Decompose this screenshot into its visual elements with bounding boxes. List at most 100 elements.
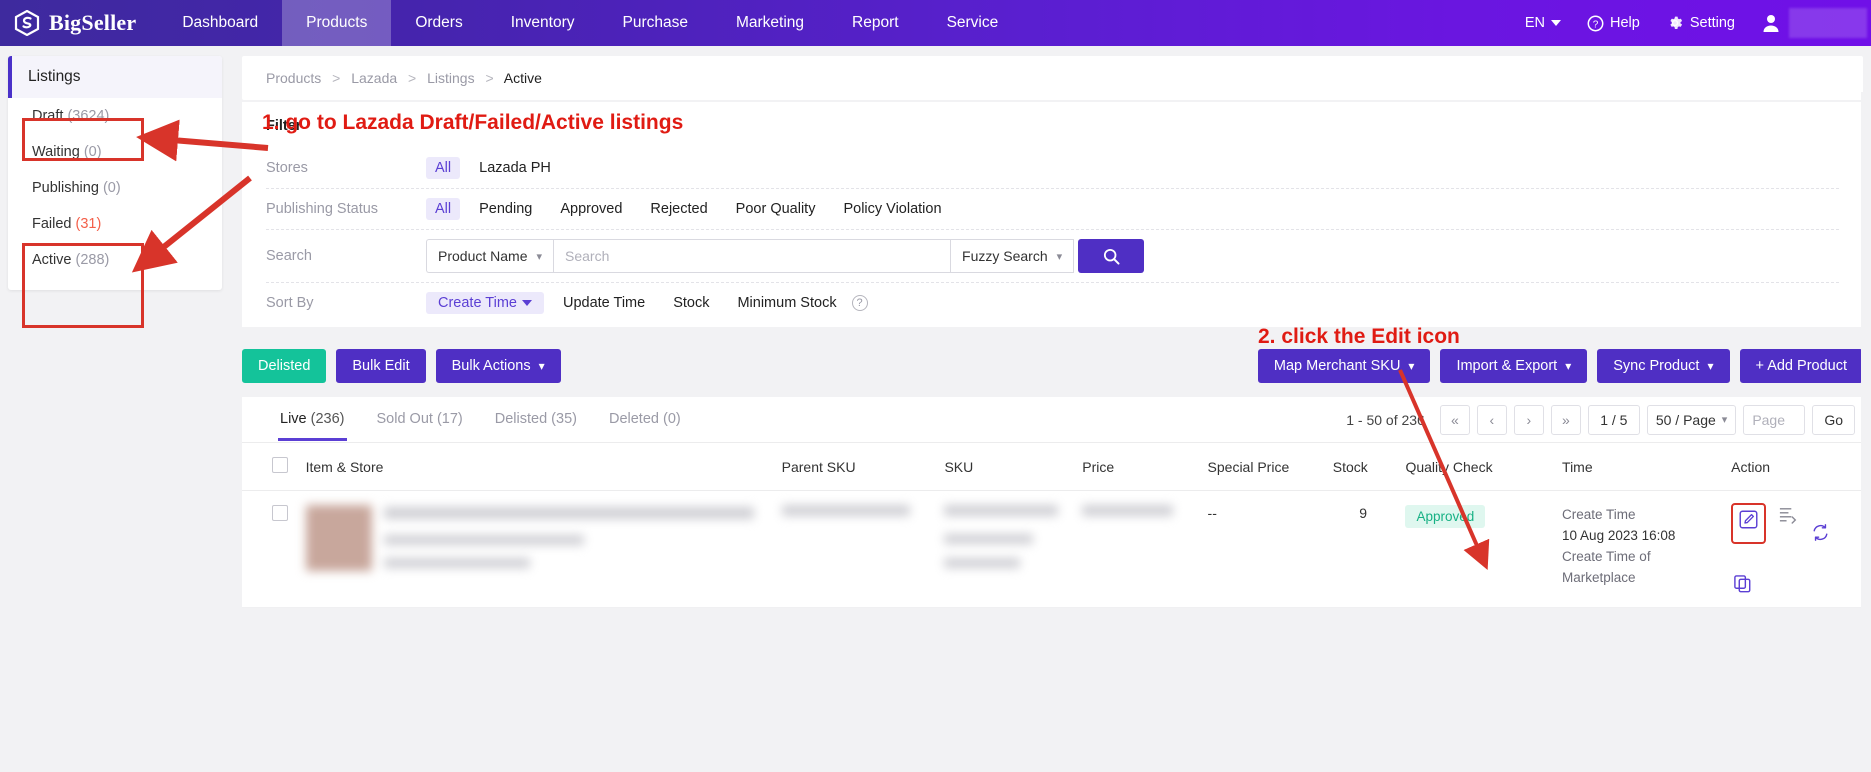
pagination-jump-input[interactable]	[1743, 404, 1806, 435]
pagination-prev-button[interactable]: ‹	[1476, 404, 1507, 435]
delisted-button[interactable]: Delisted	[242, 349, 327, 383]
copy-icon[interactable]	[1733, 574, 1752, 593]
sort-option-minimum-stock[interactable]: Minimum Stock	[728, 292, 845, 314]
import-export-button[interactable]: Import & Export ▾	[1440, 349, 1588, 383]
help-button[interactable]: ? Help	[1574, 15, 1653, 32]
tab-delisted[interactable]: Delisted (35)	[493, 399, 579, 441]
language-selector[interactable]: EN	[1512, 15, 1574, 31]
cell-stock: 9	[1326, 490, 1400, 608]
sort-option-label: Minimum Stock	[737, 295, 837, 311]
map-merchant-sku-button[interactable]: Map Merchant SKU ▾	[1257, 349, 1431, 383]
cell-time: Create Time 10 Aug 2023 16:08 Create Tim…	[1556, 490, 1726, 608]
brand-logo-area[interactable]: BigSeller	[0, 0, 158, 46]
stores-label: Stores	[266, 160, 308, 176]
sidebar-item-label: Publishing	[32, 180, 99, 196]
chevron-down-icon: ▾	[1707, 359, 1714, 373]
sidebar-item-active[interactable]: Active (288)	[8, 242, 222, 278]
setting-label: Setting	[1689, 15, 1735, 31]
sidebar-item-draft[interactable]: Draft (3624)	[8, 98, 222, 134]
cell-action	[1725, 490, 1863, 608]
user-account-menu[interactable]	[1748, 8, 1871, 38]
add-product-button[interactable]: + Add Product	[1739, 349, 1863, 383]
filter-title: Filter	[266, 118, 302, 134]
marketplace-create-time-label-2: Marketplace	[1562, 569, 1636, 585]
nav-item-report[interactable]: Report	[828, 0, 923, 46]
publishing-status-option-rejected[interactable]: Rejected	[641, 198, 716, 220]
create-time-label: Create Time	[1562, 507, 1636, 522]
sort-option-update-time[interactable]: Update Time	[554, 292, 654, 314]
tab-deleted[interactable]: Deleted (0)	[607, 399, 683, 441]
breadcrumb-products[interactable]: Products	[266, 70, 321, 86]
publishing-status-option-pending[interactable]: Pending	[470, 198, 541, 220]
select-all-cell	[242, 443, 300, 491]
stores-option-lazada-ph[interactable]: Lazada PH	[470, 157, 560, 179]
tab-label: Deleted	[608, 410, 659, 427]
sidebar-item-label: Active	[32, 252, 72, 268]
column-action: Action	[1725, 443, 1863, 491]
nav-item-products[interactable]: Products	[282, 0, 392, 46]
cell-sku	[938, 490, 1077, 608]
sync-icon[interactable]	[1811, 523, 1830, 542]
nav-item-marketing[interactable]: Marketing	[712, 0, 828, 46]
bulk-actions-button[interactable]: Bulk Actions ▾	[435, 349, 561, 383]
sidebar-item-count: (0)	[102, 180, 121, 196]
button-label: Bulk Edit	[352, 358, 410, 374]
sync-product-button[interactable]: Sync Product ▾	[1597, 349, 1730, 383]
nav-item-dashboard[interactable]: Dashboard	[158, 0, 282, 46]
search-submit-button[interactable]	[1078, 239, 1145, 273]
pagination-first-button[interactable]: «	[1439, 404, 1470, 435]
button-label: Bulk Actions	[451, 358, 531, 374]
setting-button[interactable]: Setting	[1653, 14, 1748, 32]
sku-blurred-3	[944, 558, 1020, 568]
main-nav-items: Dashboard Products Orders Inventory Purc…	[158, 0, 1022, 46]
nav-item-orders[interactable]: Orders	[391, 0, 486, 46]
row-checkbox[interactable]	[272, 505, 288, 521]
tab-sold-out[interactable]: Sold Out (17)	[375, 399, 465, 441]
nav-label: Products	[306, 14, 368, 31]
breadcrumb-lazada[interactable]: Lazada	[351, 70, 397, 86]
nav-item-inventory[interactable]: Inventory	[487, 0, 599, 46]
nav-item-service[interactable]: Service	[923, 0, 1023, 46]
sku-blurred	[944, 505, 1058, 516]
filter-row-publishing-status: Publishing Status All Pending Approved R…	[266, 189, 1839, 230]
sort-option-label: Create Time	[438, 295, 517, 311]
column-time: Time	[1556, 443, 1726, 491]
list-detail-icon[interactable]	[1778, 505, 1797, 542]
publishing-status-option-poor-quality[interactable]: Poor Quality	[727, 198, 825, 220]
stores-option-all[interactable]: All	[426, 157, 461, 179]
nav-item-purchase[interactable]: Purchase	[598, 0, 711, 46]
tab-live[interactable]: Live (236)	[278, 399, 347, 441]
button-label: + Add Product	[1755, 358, 1848, 374]
edit-icon[interactable]	[1731, 503, 1767, 544]
help-label: Help	[1610, 15, 1640, 31]
search-group: Product Name ▾ Fuzzy Search ▾	[426, 239, 1145, 273]
tab-label: Delisted	[494, 410, 548, 427]
question-mark-icon[interactable]: ?	[851, 295, 868, 311]
sort-option-create-time[interactable]: Create Time	[426, 292, 544, 314]
sidebar-item-failed[interactable]: Failed (31)	[8, 206, 222, 242]
pagination-last-button[interactable]: »	[1550, 404, 1581, 435]
pagination-go-button[interactable]: Go	[1812, 404, 1855, 435]
page-scrollbar-track[interactable]	[1861, 92, 1871, 772]
bulk-edit-button[interactable]: Bulk Edit	[336, 349, 426, 383]
sidebar-item-waiting[interactable]: Waiting (0)	[8, 134, 222, 170]
sidebar-item-publishing[interactable]: Publishing (0)	[8, 170, 222, 206]
publishing-status-option-approved[interactable]: Approved	[551, 198, 631, 220]
select-all-checkbox[interactable]	[272, 457, 288, 473]
sidebar-title: Listings	[8, 56, 222, 98]
tab-label: Live	[280, 410, 307, 427]
breadcrumb-listings[interactable]: Listings	[427, 70, 474, 86]
publishing-status-option-policy-violation[interactable]: Policy Violation	[834, 198, 950, 220]
search-match-mode-select[interactable]: Fuzzy Search ▾	[951, 239, 1075, 273]
sort-option-stock[interactable]: Stock	[664, 292, 718, 314]
pagination-next-button[interactable]: ›	[1513, 404, 1544, 435]
pagination-page-size-select[interactable]: 50 / Page ▾	[1646, 404, 1737, 435]
action-toolbar: Delisted Bulk Edit Bulk Actions ▾ Map Me…	[242, 349, 1863, 383]
bigseller-logo-icon	[14, 10, 40, 36]
product-name-blurred	[383, 507, 755, 519]
search-input[interactable]	[553, 239, 952, 273]
column-special-price: Special Price	[1201, 443, 1327, 491]
search-field-select[interactable]: Product Name ▾	[426, 239, 554, 273]
publishing-status-option-all[interactable]: All	[426, 198, 461, 220]
sidebar-item-label: Waiting	[32, 144, 80, 160]
